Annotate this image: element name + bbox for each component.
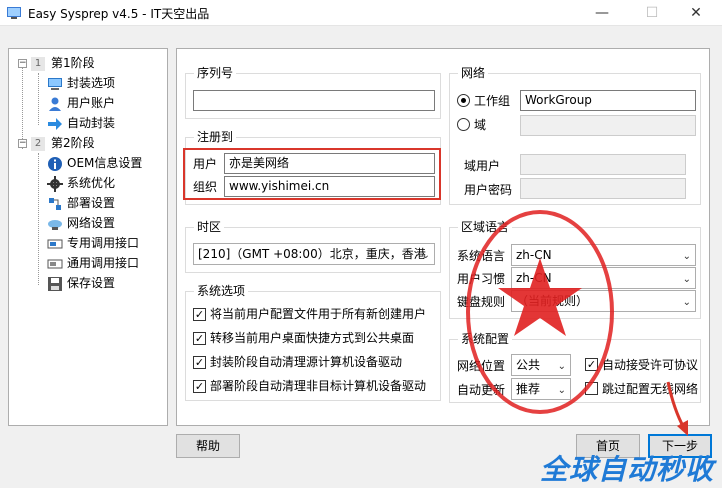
option-checkbox[interactable]: ✓ [193,308,206,321]
minimize-button[interactable]: — [582,0,622,26]
timezone-group: 时区 [210]（GMT +08:00）北京，重庆，香港 ⌄ [185,219,441,273]
info-icon [48,156,62,171]
title-bar: Easy Sysprep v4.5 - IT天空出品 — ☐ ✕ [0,0,722,26]
region-group-label: 区域语言 [458,219,513,235]
deploy-icon [49,197,61,210]
maximize-icon: ☐ [645,5,659,21]
options-group-label: 系统选项 [194,283,249,299]
chevron-down-icon: ⌄ [682,251,691,262]
tree-item-user-account[interactable]: 用户账户 [47,93,115,113]
region-group: 区域语言 系统语言 zh-CN ⌄ 用户习惯 zh-CN ⌄ 键盘规则 （当前规则）… [449,219,701,319]
options-group: 系统选项 ✓ 将当前用户配置文件用于所有新创建用户 ✓ 转移当前用户桌面快捷方式… [185,283,441,401]
tree-stage-label: 第2阶段 [51,136,95,150]
tree-item-optimize[interactable]: 系统优化 [47,173,115,193]
registered-group-label: 注册到 [194,129,237,145]
help-button[interactable]: 帮助 [176,434,240,458]
sysconfig-group-label: 系统配置 [458,331,513,347]
auto-accept-label: 自动接受许可协议 [602,358,699,372]
chevron-down-icon: ⌄ [557,361,566,372]
option-label: 部署阶段自动清理非目标计算机设备驱动 [210,379,427,393]
serial-group-label: 序列号 [194,65,237,81]
user-locale-select[interactable]: zh-CN ⌄ [511,267,696,289]
user-icon [49,97,61,111]
system-language-label: 系统语言 [457,249,506,263]
skip-wireless-checkbox[interactable] [585,382,598,395]
auto-update-select[interactable]: 推荐 ⌄ [511,378,571,400]
auto-accept-checkbox[interactable]: ✓ [585,358,598,371]
domain-password-label: 用户密码 [464,183,513,197]
domain-user-label: 域用户 [464,159,501,173]
collapse-icon[interactable]: − [18,139,27,148]
tree-item-save[interactable]: 保存设置 [47,273,115,293]
timezone-select[interactable]: [210]（GMT +08:00）北京，重庆，香港 ⌄ [193,243,435,265]
keyboard-select[interactable]: （当前规则） ⌄ [511,290,696,312]
interface-icon [47,239,63,248]
sidebar-tree: − 1 第1阶段 封装选项 用户账户 自动封装 − 2 第2阶段 OEM信息设置 系… [8,48,168,426]
option-label: 封装阶段自动清理源计算机设备驱动 [210,355,403,369]
main-panel: 序列号 注册到 用户 亦是美网络 组织 www.yishimei.cn 网络 工… [176,48,710,426]
option-checkbox[interactable]: ✓ [193,332,206,345]
domain-label: 域 [474,118,487,132]
tree-item-deploy[interactable]: 部署设置 [47,193,115,213]
tree-stage-label: 第1阶段 [51,56,95,70]
domain-radio[interactable] [457,118,470,131]
option-label: 将当前用户配置文件用于所有新创建用户 [210,307,427,321]
system-language-select[interactable]: zh-CN ⌄ [511,244,696,266]
watermark-text: 全球自动秒收 [540,453,715,486]
keyboard-label: 键盘规则 [457,295,506,309]
maximize-button[interactable]: ☐ [632,0,672,26]
workgroup-input[interactable]: WorkGroup [520,90,696,111]
timezone-group-label: 时区 [194,219,225,235]
domain-input[interactable] [520,115,696,136]
save-icon [48,276,62,291]
minimize-icon: — [595,5,609,21]
domain-user-input[interactable] [520,154,686,175]
monitor-icon [48,77,62,90]
option-checkbox[interactable]: ✓ [193,356,206,369]
network-group: 网络 工作组 WorkGroup 域 域用户 用户密码 [449,65,701,205]
workgroup-radio[interactable] [457,94,470,107]
tree-item-oem[interactable]: OEM信息设置 [47,153,142,173]
tree-item-custom-interface[interactable]: 专用调用接口 [47,233,139,253]
serial-group: 序列号 [185,65,441,119]
tree-stage-1[interactable]: − 1 第1阶段 [15,53,95,73]
workgroup-label: 工作组 [474,94,511,108]
highlight-box [183,148,441,200]
red-arrow-icon [666,381,688,436]
chevron-down-icon: ⌄ [682,274,691,285]
auto-update-label: 自动更新 [457,383,506,397]
tree-item-package-options[interactable]: 封装选项 [47,73,115,93]
collapse-icon[interactable]: − [18,59,27,68]
network-group-label: 网络 [458,65,489,81]
option-label: 转移当前用户桌面快捷方式到公共桌面 [210,331,415,345]
app-icon [7,7,21,19]
tree-item-network[interactable]: 网络设置 [47,213,115,233]
network-location-label: 网络位置 [457,359,506,373]
window-title: Easy Sysprep v4.5 - IT天空出品 [28,7,210,21]
tree-stage-2[interactable]: − 2 第2阶段 [15,133,95,153]
close-button[interactable]: ✕ [676,0,716,26]
chevron-down-icon: ⌄ [557,385,566,396]
domain-password-input[interactable] [520,178,686,199]
interface-generic-icon [47,259,63,268]
network-icon [48,219,62,230]
chevron-down-icon: ⌄ [421,250,430,261]
gear-icon [47,175,63,192]
option-checkbox[interactable]: ✓ [193,380,206,393]
user-locale-label: 用户习惯 [457,272,506,286]
close-icon: ✕ [690,5,702,21]
serial-input[interactable] [193,90,435,111]
tree-item-auto-package[interactable]: 自动封装 [47,113,115,133]
tree-item-generic-interface[interactable]: 通用调用接口 [47,253,139,273]
arrow-right-icon [48,117,62,130]
network-location-select[interactable]: 公共 ⌄ [511,354,571,376]
chevron-down-icon: ⌄ [682,297,691,308]
